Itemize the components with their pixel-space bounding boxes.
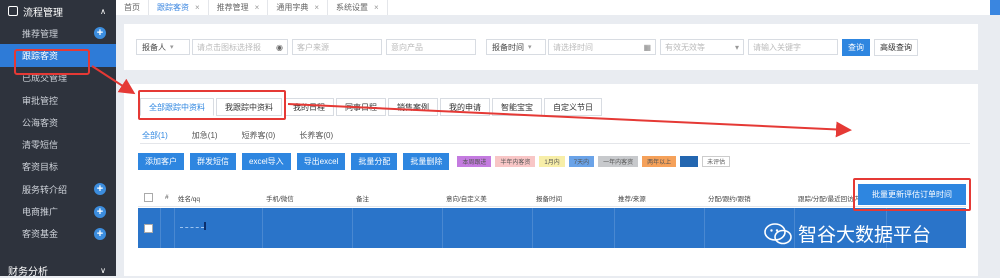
wechat-icon — [764, 222, 792, 244]
watermark-text: 智谷大数据平台 — [798, 224, 932, 246]
arrow-tabs-to-button — [287, 103, 852, 138]
arrow-sidebar-to-tabs — [91, 65, 136, 95]
watermark: 智谷大数据平台 — [764, 220, 931, 247]
